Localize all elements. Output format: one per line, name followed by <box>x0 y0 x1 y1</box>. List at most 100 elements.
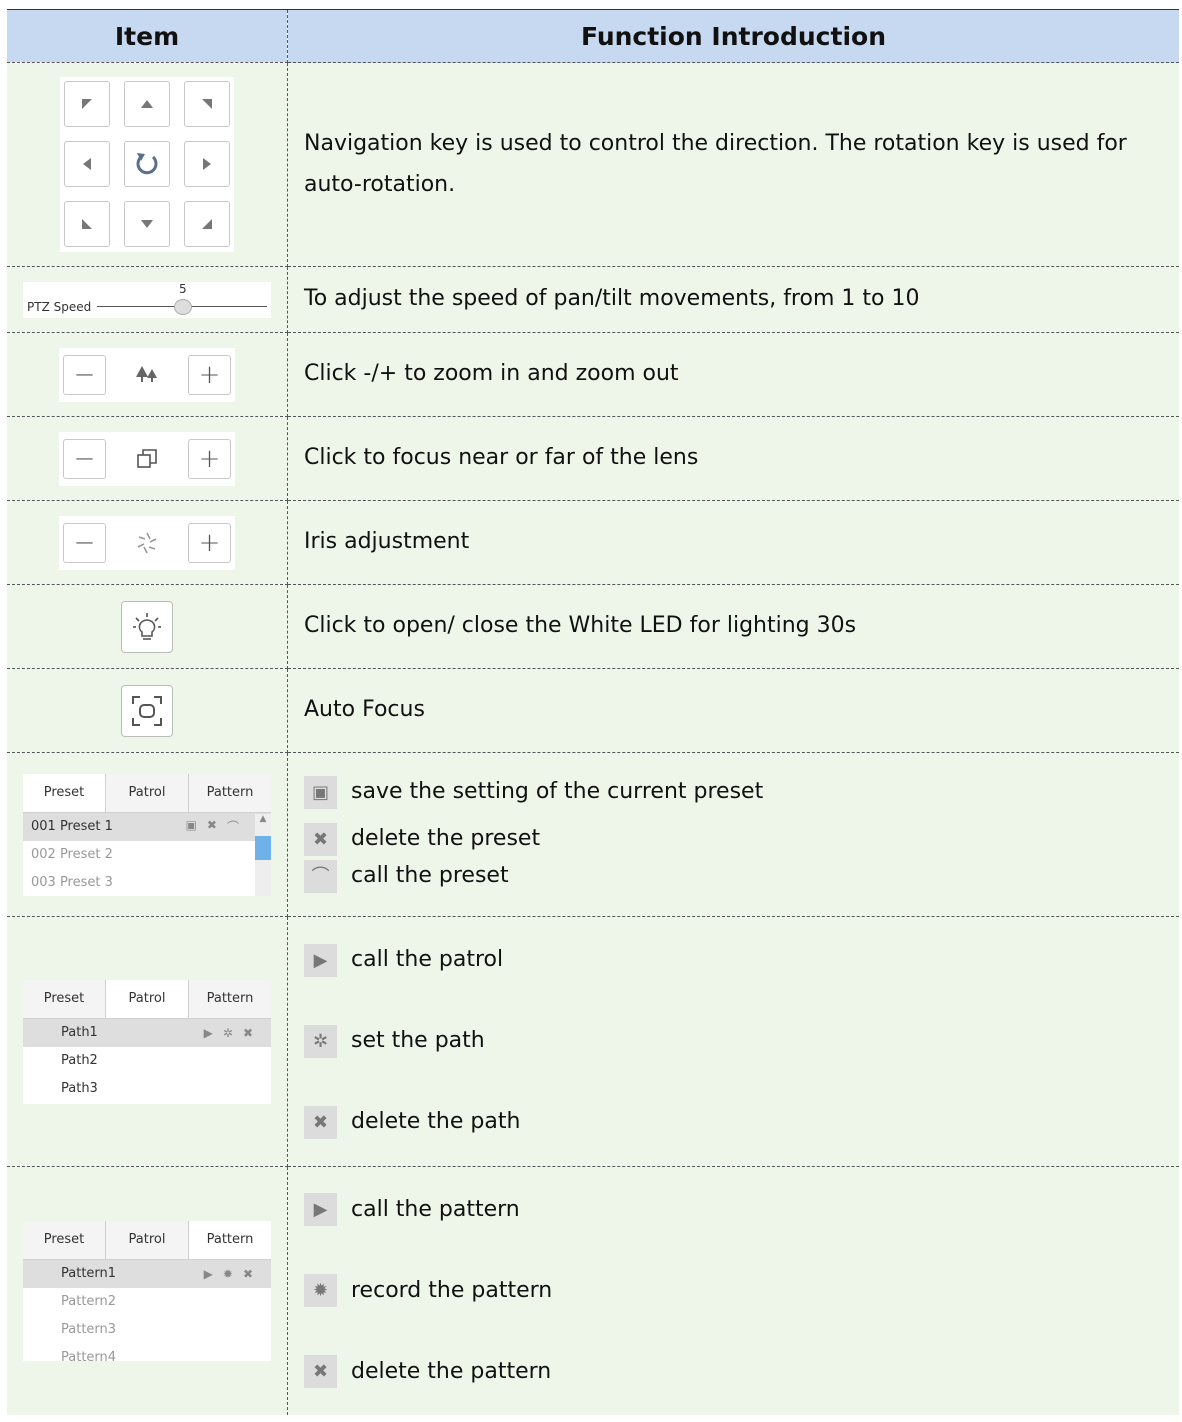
navigation-description: Navigation key is used to control the di… <box>287 62 1179 267</box>
tab-pattern[interactable]: Pattern <box>189 1220 271 1259</box>
table-header-row: Item Function Introduction <box>7 9 1179 63</box>
scroll-up-icon[interactable]: ▲ <box>255 814 271 826</box>
arrow-up-icon[interactable] <box>124 81 170 127</box>
arrow-left-icon[interactable] <box>64 141 110 187</box>
list-item-label: Path2 <box>61 1053 98 1068</box>
delete-icon[interactable]: ✖ <box>243 1267 253 1281</box>
patrol-panel: Preset Patrol Pattern Path1 ▶ ✲ ✖ Path2 … <box>23 979 271 1104</box>
pattern-call-line: ▶ call the pattern <box>304 1193 1173 1227</box>
patrol-set-line: ✲ set the path <box>304 1025 1173 1058</box>
save-icon: ▣ <box>304 776 337 809</box>
rotate-icon[interactable] <box>124 141 170 187</box>
scroll-thumb[interactable] <box>255 835 271 860</box>
preset-panel: Preset Patrol Pattern 001 Preset 1 ▣ ✖ ⌒… <box>23 773 271 896</box>
gear-icon[interactable]: ✲ <box>223 1026 233 1040</box>
table-row: Auto Focus <box>7 668 1179 753</box>
list-item[interactable]: 003 Preset 3 <box>23 869 271 896</box>
delete-icon[interactable]: ✖ <box>243 1026 253 1040</box>
delete-icon: ✖ <box>304 823 337 856</box>
zoom-cell: − + <box>7 332 288 417</box>
plus-icon[interactable]: + <box>188 354 231 395</box>
tab-preset[interactable]: Preset <box>23 1220 106 1259</box>
delete-icon[interactable]: ✖ <box>207 818 217 835</box>
speed-description: To adjust the speed of pan/tilt movement… <box>287 266 1179 333</box>
pattern-panel: Preset Patrol Pattern Pattern1 ▶ ✹ ✖ Pat… <box>23 1220 271 1361</box>
list-item[interactable]: 001 Preset 1 ▣ ✖ ⌒ <box>23 812 271 841</box>
navigation-cell <box>7 62 288 267</box>
minus-icon[interactable]: − <box>63 354 106 395</box>
patrol-set-text: set the path <box>351 1028 485 1054</box>
table-row: − + Click to focus near or far of the le… <box>7 416 1179 501</box>
navigation-pad <box>60 77 234 252</box>
list-item[interactable]: 002 Preset 2 <box>23 841 271 869</box>
led-description: Click to open/ close the White LED for l… <box>287 584 1179 669</box>
list-item[interactable]: Path2 <box>23 1047 271 1075</box>
table-row: PTZ Speed 5 To adjust the speed of pan/t… <box>7 266 1179 333</box>
minus-icon[interactable]: − <box>63 438 106 479</box>
gear-icon: ✲ <box>304 1025 337 1058</box>
function-column-header: Function Introduction <box>287 9 1179 63</box>
tab-patrol[interactable]: Patrol <box>106 979 189 1018</box>
arrow-right-icon[interactable] <box>184 141 230 187</box>
save-icon[interactable]: ▣ <box>186 818 197 835</box>
list-item-label: 003 Preset 3 <box>31 875 113 890</box>
zoom-description: Click -/+ to zoom in and zoom out <box>287 332 1179 417</box>
delete-icon: ✖ <box>304 1355 337 1389</box>
preset-delete-text: delete the preset <box>351 826 541 852</box>
arrow-down-icon[interactable] <box>124 201 170 247</box>
patrol-delete-line: ✖ delete the path <box>304 1106 1173 1139</box>
preset-description: ▣ save the setting of the current preset … <box>287 752 1179 917</box>
scrollbar[interactable]: ▲ <box>255 813 271 896</box>
list-item[interactable]: Pattern2 <box>23 1288 271 1316</box>
list-item[interactable]: Pattern1 ▶ ✹ ✖ <box>23 1259 271 1288</box>
play-icon[interactable]: ▶ <box>204 1267 213 1281</box>
plus-icon[interactable]: + <box>188 522 231 563</box>
pattern-call-text: call the pattern <box>351 1196 520 1222</box>
tab-patrol[interactable]: Patrol <box>106 773 189 812</box>
autofocus-icon[interactable] <box>121 684 173 737</box>
arrow-up-right-icon[interactable] <box>184 81 230 127</box>
patrol-tabs: Preset Patrol Pattern <box>23 979 271 1019</box>
table-row: Preset Patrol Pattern Pattern1 ▶ ✹ ✖ Pat… <box>7 1166 1179 1415</box>
iris-cell: − + <box>7 500 288 585</box>
list-item[interactable]: Path3 <box>23 1075 271 1103</box>
play-icon: ▶ <box>304 1193 337 1227</box>
tab-preset[interactable]: Preset <box>23 979 106 1018</box>
record-icon[interactable]: ✹ <box>223 1267 233 1281</box>
led-cell <box>7 584 288 669</box>
list-item-label: 002 Preset 2 <box>31 847 113 862</box>
arrow-up-left-icon[interactable] <box>64 81 110 127</box>
arrow-down-left-icon[interactable] <box>64 201 110 247</box>
tab-preset[interactable]: Preset <box>23 773 106 812</box>
focus-description: Click to focus near or far of the lens <box>287 416 1179 501</box>
list-item[interactable]: Path1 ▶ ✲ ✖ <box>23 1018 271 1047</box>
list-item-label: Pattern4 <box>61 1350 117 1361</box>
play-icon[interactable]: ▶ <box>204 1026 213 1040</box>
call-icon[interactable]: ⌒ <box>227 818 239 835</box>
ptz-speed-slider[interactable]: PTZ Speed 5 <box>23 281 271 318</box>
bulb-icon[interactable] <box>121 600 173 653</box>
tab-pattern[interactable]: Pattern <box>189 979 271 1018</box>
list-item-label: Pattern2 <box>61 1294 117 1310</box>
item-column-header: Item <box>7 9 288 63</box>
plus-icon[interactable]: + <box>188 438 231 479</box>
preset-call-line: ⌒ call the preset <box>304 860 1173 893</box>
list-item[interactable]: Pattern3 <box>23 1316 271 1344</box>
arrow-down-right-icon[interactable] <box>184 201 230 247</box>
pattern-record-text: record the pattern <box>351 1277 553 1303</box>
patrol-call-text: call the patrol <box>351 947 504 973</box>
list-item-label: 001 Preset 1 <box>31 819 113 834</box>
preset-save-line: ▣ save the setting of the current preset <box>304 776 1173 809</box>
slider-thumb[interactable] <box>174 298 192 315</box>
tab-pattern[interactable]: Pattern <box>189 773 271 812</box>
preset-cell: Preset Patrol Pattern 001 Preset 1 ▣ ✖ ⌒… <box>7 752 288 917</box>
tab-patrol[interactable]: Patrol <box>106 1220 189 1259</box>
record-icon: ✹ <box>304 1274 337 1308</box>
minus-icon[interactable]: − <box>63 522 106 563</box>
autofocus-description: Auto Focus <box>287 668 1179 753</box>
patrol-delete-text: delete the path <box>351 1109 521 1135</box>
pattern-cell: Preset Patrol Pattern Pattern1 ▶ ✹ ✖ Pat… <box>7 1166 288 1415</box>
list-item[interactable]: Pattern4 <box>23 1344 271 1361</box>
pattern-delete-text: delete the pattern <box>351 1358 552 1384</box>
preset-save-text: save the setting of the current preset <box>351 779 764 805</box>
